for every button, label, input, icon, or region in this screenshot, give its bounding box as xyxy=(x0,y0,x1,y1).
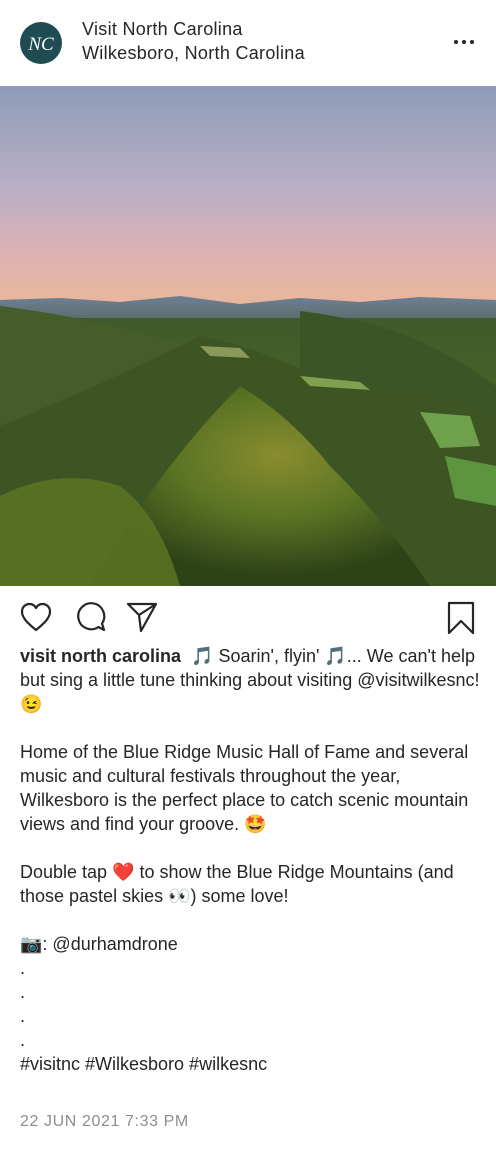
dot-icon xyxy=(454,40,458,44)
post-timestamp[interactable]: 22 JUN 2021 7:33 PM xyxy=(20,1113,189,1131)
caption-username-link[interactable]: visit north carolina xyxy=(20,646,181,666)
post-photo[interactable] xyxy=(0,86,496,586)
caption-paragraph-3: Double tap ❤️ to show the Blue Ridge Mou… xyxy=(20,862,454,906)
caption-dot: . xyxy=(20,1030,26,1050)
hashtags[interactable]: #visitnc #Wilkesboro #wilkesnc xyxy=(20,1052,484,1076)
comment-icon[interactable] xyxy=(74,601,106,633)
post-header: NC Visit North Carolina Wilkesboro, Nort… xyxy=(0,0,496,86)
location-link[interactable]: Wilkesboro, North Carolina xyxy=(82,43,305,64)
caption-paragraph-1: visit north carolina 🎵 Soarin', flyin' 🎵… xyxy=(20,644,484,716)
mention-link[interactable]: @visitwilkesnc! xyxy=(357,670,479,690)
bookmark-icon[interactable] xyxy=(446,601,476,635)
caption-dot: . xyxy=(20,958,26,978)
account-name-link[interactable]: Visit North Carolina xyxy=(82,19,243,40)
post-actions-bar xyxy=(0,586,496,642)
dot-icon xyxy=(462,40,466,44)
caption-dot: . xyxy=(20,1006,26,1026)
mountain-landscape-image xyxy=(0,86,496,586)
credit-prefix: 📷: xyxy=(20,934,53,954)
caption-text: 😉 xyxy=(20,694,43,714)
avatar-logo-text: NC xyxy=(27,34,54,55)
heart-icon[interactable] xyxy=(20,602,52,632)
send-icon[interactable] xyxy=(126,601,158,633)
post-caption: visit north carolina 🎵 Soarin', flyin' 🎵… xyxy=(20,644,484,1076)
caption-paragraph-2: Home of the Blue Ridge Music Hall of Fam… xyxy=(20,742,469,834)
dot-icon xyxy=(470,40,474,44)
photo-credit: 📷: @durhamdrone xyxy=(20,932,484,956)
caption-dot: . xyxy=(20,982,26,1002)
account-avatar[interactable]: NC xyxy=(20,22,62,64)
more-options-button[interactable] xyxy=(452,30,480,54)
credit-handle-link[interactable]: @durhamdrone xyxy=(52,934,177,954)
